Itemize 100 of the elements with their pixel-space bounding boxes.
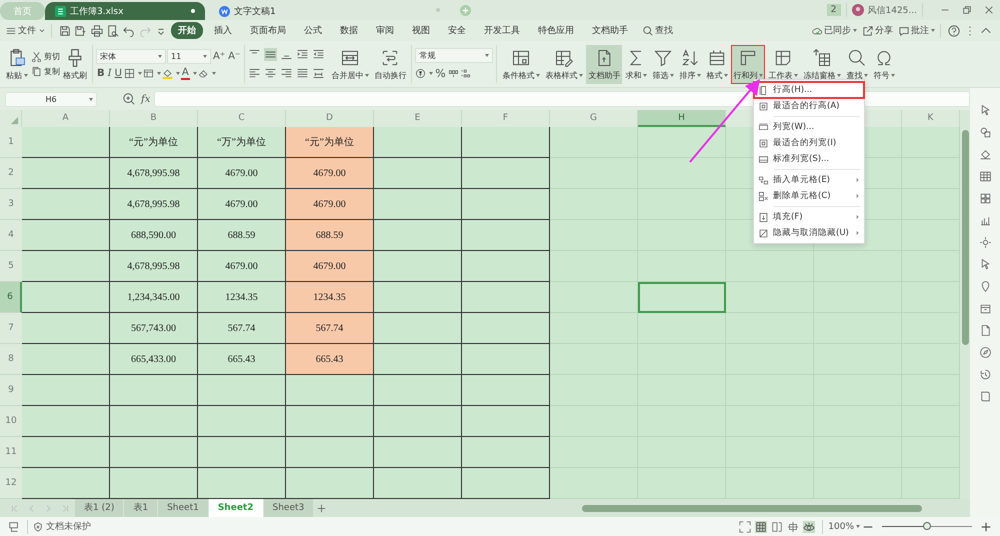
grow-font-button[interactable]: A⁺: [212, 50, 226, 62]
window-count-badge[interactable]: 2: [826, 4, 840, 16]
column-header[interactable]: G: [550, 110, 638, 127]
font-family-field[interactable]: 宋体: [96, 48, 166, 64]
avatar-icon[interactable]: [852, 4, 864, 16]
menu-item[interactable]: 隐藏与取消隐藏(U): [773, 227, 852, 239]
ribbon-tab[interactable]: 页面布局: [243, 22, 293, 39]
merge-center-button[interactable]: 合并居中: [329, 44, 372, 84]
row-header[interactable]: 6: [0, 282, 22, 313]
font-style-button[interactable]: U: [114, 68, 123, 79]
row-header[interactable]: 1: [0, 127, 22, 158]
menu-item[interactable]: 最适合的列宽(I): [773, 137, 860, 149]
ribbon-tab[interactable]: 数据: [333, 22, 365, 39]
zoom-in-icon[interactable]: [980, 520, 992, 532]
font-style-button[interactable]: I: [106, 68, 113, 79]
undo-icon[interactable]: [123, 24, 135, 36]
row-header[interactable]: 12: [0, 468, 22, 499]
row-header[interactable]: 3: [0, 189, 22, 220]
borders-icon[interactable]: [124, 68, 135, 79]
alignment-icon[interactable]: [280, 67, 294, 80]
protection-status[interactable]: 文档未保护: [46, 520, 91, 533]
apps-icon[interactable]: [978, 192, 992, 205]
column-header[interactable]: H: [638, 110, 726, 127]
column-header[interactable]: C: [198, 110, 286, 127]
alignment-icon[interactable]: [296, 67, 310, 80]
shield-icon[interactable]: [33, 522, 43, 532]
column-header[interactable]: F: [462, 110, 550, 127]
menu-item[interactable]: 标准列宽(S)...: [773, 153, 860, 165]
alignment-icon[interactable]: [312, 48, 326, 61]
paste-button[interactable]: 粘贴: [4, 44, 30, 84]
sheet-tab[interactable]: Sheet2: [208, 499, 262, 517]
document-tab[interactable]: 工作簿3.xlsx: [45, 2, 205, 20]
comment-icon[interactable]: [899, 26, 909, 36]
close-icon[interactable]: [984, 5, 994, 15]
ribbon-button[interactable]: 文档助手: [586, 44, 622, 84]
font-color-button[interactable]: A: [180, 68, 190, 80]
shapes-icon[interactable]: [978, 126, 992, 139]
zoom-level[interactable]: 100%: [828, 522, 854, 532]
ribbon-tab[interactable]: 插入: [207, 22, 239, 39]
decimal-icon[interactable]: [460, 68, 471, 79]
eraser-icon[interactable]: [198, 68, 209, 79]
save-icon[interactable]: [59, 24, 71, 36]
macro-icon[interactable]: [8, 520, 20, 532]
fill-color-icon[interactable]: [162, 68, 173, 79]
thousands-separator-icon[interactable]: [448, 68, 459, 79]
format-painter-button[interactable]: 格式刷: [61, 44, 89, 84]
crosshair-icon[interactable]: [787, 520, 800, 532]
alignment-icon[interactable]: [296, 48, 310, 61]
menu-item[interactable]: 列宽(W)...: [773, 121, 860, 133]
alignment-icon[interactable]: [264, 48, 278, 61]
scrollbar-thumb[interactable]: [962, 130, 968, 345]
menu-item[interactable]: 最适合的行高(A): [773, 100, 860, 112]
ribbon-tab[interactable]: 文档助手: [585, 22, 635, 39]
cloud-icon[interactable]: [812, 26, 822, 36]
wrap-text-button[interactable]: 自动换行: [372, 44, 408, 84]
zoom-slider-thumb[interactable]: [923, 522, 931, 530]
cell-style-icon[interactable]: [142, 68, 154, 79]
number-format-field[interactable]: 常规: [415, 48, 494, 63]
ribbon-tab[interactable]: 特色应用: [531, 22, 581, 39]
ribbon-button[interactable]: 表格样式: [543, 44, 586, 84]
comment-button[interactable]: 批注: [911, 24, 929, 37]
row-header[interactable]: 8: [0, 344, 22, 375]
ribbon-button[interactable]: 格式: [704, 44, 730, 84]
normal-view-icon[interactable]: [755, 520, 768, 532]
row-header[interactable]: 11: [0, 437, 22, 468]
sheet-tab[interactable]: Sheet3: [264, 499, 314, 517]
menu-item[interactable]: 插入单元格(E): [773, 174, 852, 186]
sheet-tab[interactable]: Sheet1: [158, 499, 208, 517]
ribbon-tab[interactable]: 视图: [405, 22, 437, 39]
search-button[interactable]: 查找: [655, 24, 673, 37]
name-box[interactable]: H6: [5, 92, 97, 106]
box-icon[interactable]: [978, 302, 992, 315]
row-header[interactable]: 4: [0, 220, 22, 251]
column-header[interactable]: D: [286, 110, 374, 127]
column-header[interactable]: K: [902, 110, 960, 127]
cut-button[interactable]: 剪切: [31, 51, 60, 62]
ribbon-button[interactable]: 条件格式: [500, 44, 542, 84]
ribbon-button[interactable]: 排序: [677, 44, 704, 84]
user-name[interactable]: 风信1425...: [868, 4, 917, 16]
alignment-icon[interactable]: [264, 67, 278, 80]
eye-icon[interactable]: [803, 520, 816, 532]
ribbon-tab[interactable]: 公式: [297, 22, 329, 39]
row-header[interactable]: 2: [0, 158, 22, 189]
row-header[interactable]: 5: [0, 251, 22, 282]
file-menu[interactable]: 文件: [18, 24, 36, 37]
ribbon-button[interactable]: 行和列: [731, 44, 766, 84]
print-preview-icon[interactable]: [107, 24, 119, 36]
column-header[interactable]: B: [110, 110, 198, 127]
row-header[interactable]: 10: [0, 406, 22, 437]
ribbon-tab[interactable]: 开发工具: [477, 22, 527, 39]
page-break-icon[interactable]: [771, 520, 784, 532]
row-header[interactable]: 7: [0, 313, 22, 344]
alignment-icon[interactable]: [248, 67, 262, 80]
column-header[interactable]: A: [22, 110, 110, 127]
function-button[interactable]: fx: [141, 94, 150, 104]
alignment-icon[interactable]: [312, 67, 326, 80]
document-tab[interactable]: 文字文稿1: [209, 2, 286, 20]
sync-button[interactable]: 已同步: [824, 24, 851, 37]
percent-button[interactable]: %: [434, 67, 447, 80]
ribbon-tab[interactable]: 开始: [171, 22, 203, 39]
